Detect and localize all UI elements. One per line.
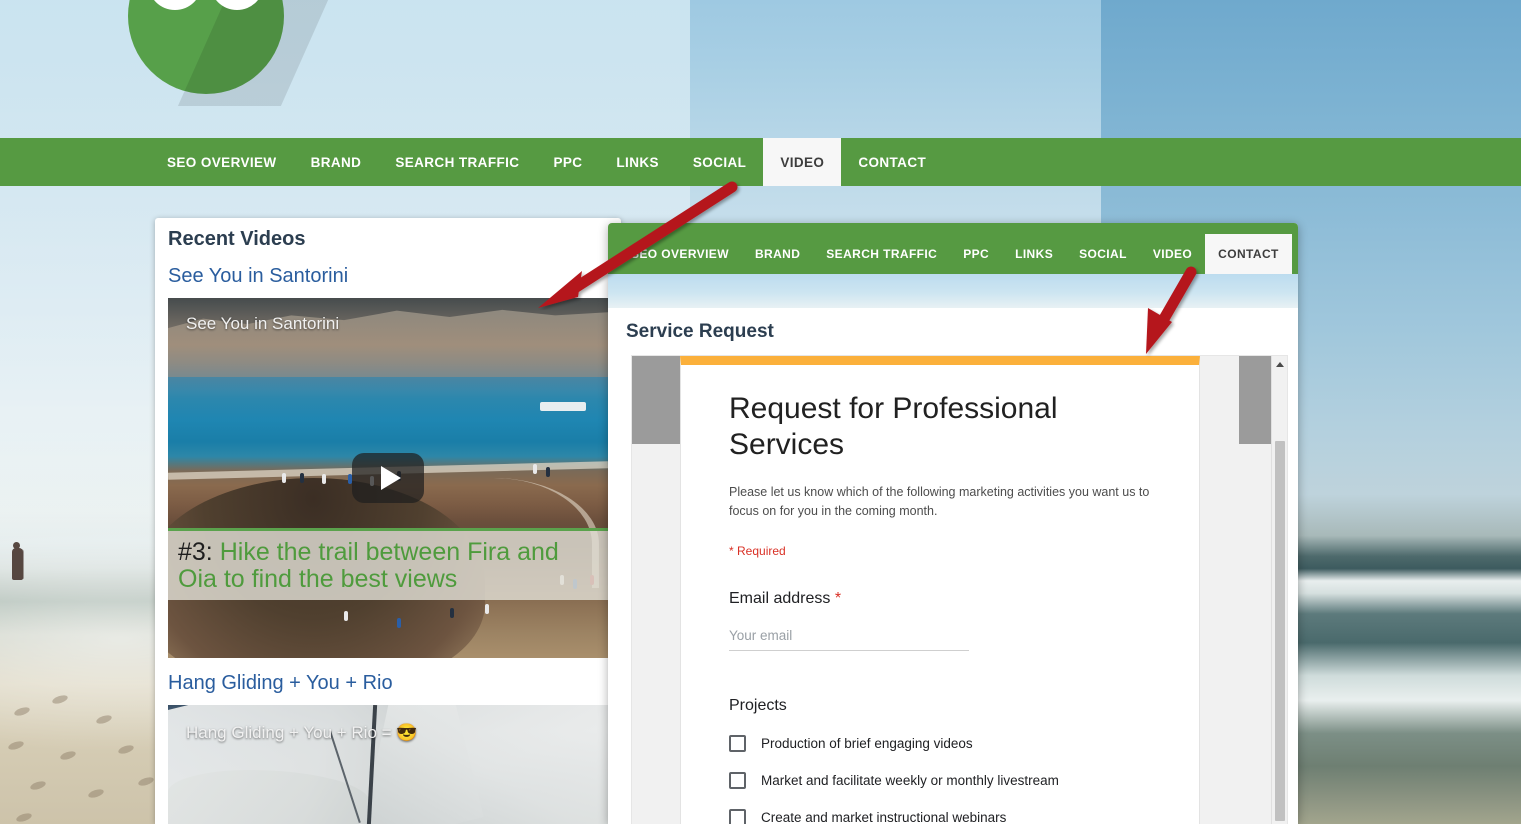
recent-videos-heading: Recent Videos (168, 228, 306, 250)
play-button-icon[interactable] (352, 453, 424, 503)
cw-nav-item-links[interactable]: LINKS (1002, 234, 1066, 274)
checkbox-row-livestream[interactable]: Market and facilitate weekly or monthly … (729, 752, 1151, 789)
recent-videos-panel: Recent Videos See You in Santorini See Y… (155, 218, 621, 824)
checkbox-label-webinars: Create and market instructional webinars (761, 809, 1007, 824)
nav-item-ppc[interactable]: PPC (536, 138, 599, 186)
sunglasses-emoji-icon: 😎 (396, 723, 418, 742)
cw-nav-item-seo-overview[interactable]: SEO OVERVIEW (618, 234, 742, 274)
form-required-note: * Required (729, 543, 786, 558)
form-heading: Request for Professional Services (729, 392, 1058, 461)
checkbox-label-videos: Production of brief engaging videos (761, 735, 973, 751)
nav-item-contact[interactable]: CONTACT (841, 138, 943, 186)
form-description: Please let us know which of the followin… (729, 485, 1150, 519)
video-link-hang-gliding[interactable]: Hang Gliding + You + Rio (155, 658, 621, 705)
email-label-text: Email address (729, 589, 831, 607)
checkbox-webinars[interactable] (729, 808, 746, 824)
required-star: * (834, 589, 842, 607)
cw-nav-item-video[interactable]: VIDEO (1140, 234, 1205, 274)
checkbox-videos[interactable] (729, 734, 746, 752)
video-thumb-title-hang-gliding: Hang Gliding + You + Rio = 😎 (186, 723, 417, 743)
contact-window-green-top (608, 223, 1298, 234)
video-link-santorini[interactable]: See You in Santorini (155, 257, 621, 298)
nav-item-links[interactable]: LINKS (599, 138, 676, 186)
nav-item-brand[interactable]: BRAND (294, 138, 379, 186)
service-request-heading: Service Request (626, 321, 774, 342)
owl-eye-left-icon (148, 0, 202, 10)
cw-nav-item-social[interactable]: SOCIAL (1066, 234, 1140, 274)
email-field[interactable] (729, 624, 969, 651)
nav-item-search-traffic[interactable]: SEARCH TRAFFIC (378, 138, 536, 186)
projects-section-title: Projects (729, 696, 787, 714)
nav-item-video[interactable]: VIDEO (763, 138, 842, 186)
google-form-card: Request for Professional Services Please… (680, 356, 1200, 824)
checkbox-row-webinars[interactable]: Create and market instructional webinars (729, 789, 1151, 824)
main-nav-items: SEO OVERVIEW BRAND SEARCH TRAFFIC PPC LI… (0, 138, 1521, 186)
checkbox-row-videos[interactable]: Production of brief engaging videos (729, 715, 1151, 752)
video-embed-santorini[interactable]: See You in Santorini #3: Hike the trail … (168, 298, 608, 658)
cw-nav-item-search-traffic[interactable]: SEARCH TRAFFIC (813, 234, 950, 274)
cw-nav-item-contact[interactable]: CONTACT (1205, 234, 1292, 274)
google-form-embed: Request for Professional Services Please… (632, 356, 1287, 824)
contact-window-sky-band (608, 274, 1298, 308)
cw-nav-item-ppc[interactable]: PPC (950, 234, 1002, 274)
video-embed-hang-gliding[interactable]: Hang Gliding + You + Rio = 😎 (168, 705, 608, 824)
contact-window-navigation-bar: SEO OVERVIEW BRAND SEARCH TRAFFIC PPC LI… (608, 234, 1298, 274)
google-form-frame: Request for Professional Services Please… (631, 355, 1288, 824)
beach-walker (12, 542, 23, 580)
caption-text: Hike the trail between Fira and Oia to f… (178, 537, 559, 593)
scroll-up-arrow-icon[interactable] (1272, 356, 1287, 372)
video-caption-overlay: #3: Hike the trail between Fira and Oia … (168, 528, 608, 600)
footprints (0, 690, 170, 824)
email-address-label: Email address * (729, 558, 1151, 608)
contact-window: SEO OVERVIEW BRAND SEARCH TRAFFIC PPC LI… (608, 223, 1298, 824)
cw-nav-item-brand[interactable]: BRAND (742, 234, 813, 274)
scrollbar-thumb[interactable] (1275, 441, 1285, 821)
caption-prefix: #3: (178, 537, 213, 566)
form-left-gutter (632, 356, 680, 824)
nav-item-seo-overview[interactable]: SEO OVERVIEW (150, 138, 294, 186)
checkbox-label-livestream: Market and facilitate weekly or monthly … (761, 772, 1059, 788)
hang-title-text: Hang Gliding + You + Rio = (186, 723, 397, 742)
nav-item-social[interactable]: SOCIAL (676, 138, 763, 186)
form-left-gray-block (632, 356, 680, 444)
video-thumb-title-santorini: See You in Santorini (186, 314, 340, 333)
checkbox-livestream[interactable] (729, 771, 746, 789)
form-scrollbar[interactable] (1271, 356, 1287, 824)
main-navigation-bar: SEO OVERVIEW BRAND SEARCH TRAFFIC PPC LI… (0, 138, 1521, 186)
